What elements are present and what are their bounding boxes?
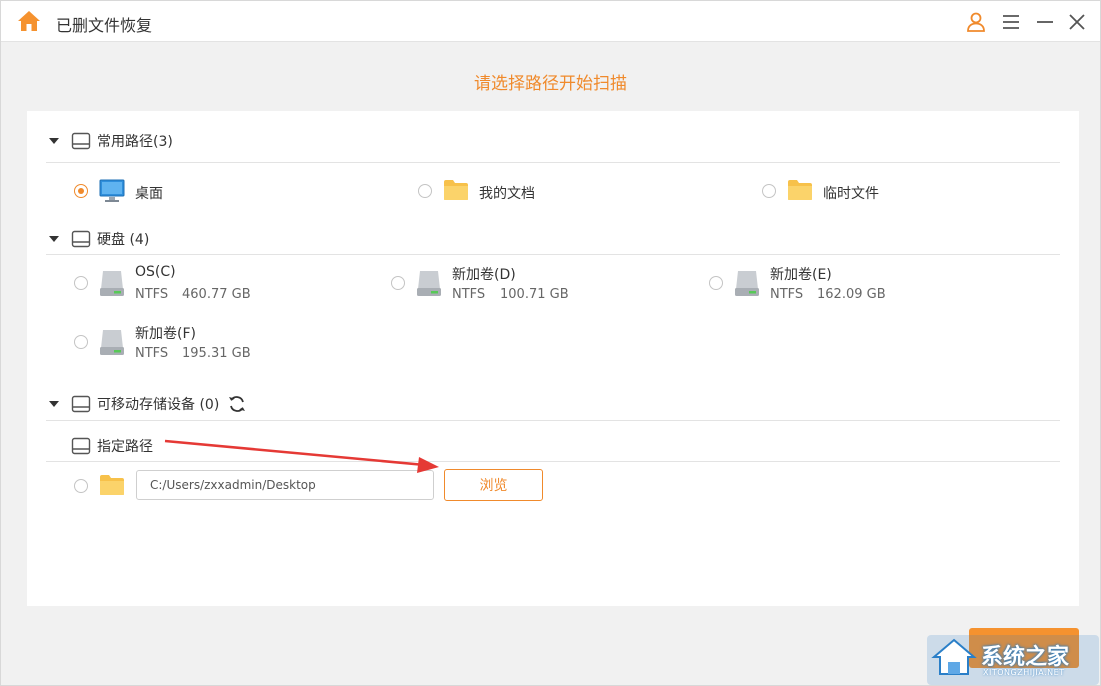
radio-my-documents[interactable] <box>418 184 432 198</box>
disk-name: 新加卷(D) <box>452 264 516 284</box>
hard-drive-icon <box>99 269 125 297</box>
section-label: 硬盘 (4) <box>97 229 149 249</box>
watermark-text: 系统之家 <box>981 639 1069 671</box>
divider <box>46 461 1060 462</box>
app-title: 已删文件恢复 <box>56 12 152 36</box>
item-label-temp-files[interactable]: 临时文件 <box>823 183 879 203</box>
disk-name: 新加卷(F) <box>135 323 196 343</box>
close-icon[interactable] <box>1065 10 1089 34</box>
radio-custom-path[interactable] <box>74 479 88 493</box>
section-label: 指定路径 <box>97 436 153 456</box>
browse-button[interactable]: 浏览 <box>444 469 543 501</box>
drive-outline-icon <box>71 230 91 248</box>
collapse-caret-icon[interactable] <box>49 138 59 144</box>
folder-icon <box>787 179 813 201</box>
radio-temp-files[interactable] <box>762 184 776 198</box>
app-window: 已删文件恢复 请选择路径开始扫描 常用路径(3) <box>0 0 1101 686</box>
minimize-icon[interactable] <box>1033 10 1057 34</box>
page-headline: 请选择路径开始扫描 <box>1 69 1100 94</box>
hard-drive-icon <box>416 269 442 297</box>
disk-filesystem: NTFS <box>135 346 168 361</box>
section-disks[interactable]: 硬盘 (4) <box>49 227 149 251</box>
refresh-icon[interactable] <box>227 394 247 414</box>
divider <box>46 254 1060 255</box>
drive-outline-icon <box>71 437 91 455</box>
item-label-desktop[interactable]: 桌面 <box>135 183 163 203</box>
path-selection-panel: 常用路径(3) 桌面 我的文档 临时文件 <box>27 111 1079 606</box>
watermark-subtext: XITONGZHIJIA.NET <box>983 668 1065 677</box>
desktop-icon <box>99 179 125 203</box>
section-label: 可移动存储设备 (0) <box>97 394 219 414</box>
hard-drive-icon <box>99 328 125 356</box>
folder-icon <box>99 474 125 496</box>
divider <box>46 162 1060 163</box>
title-bar: 已删文件恢复 <box>1 1 1100 42</box>
section-custom-path: 指定路径 <box>71 434 153 458</box>
disk-filesystem: NTFS <box>135 287 168 302</box>
section-common-paths[interactable]: 常用路径(3) <box>49 129 173 153</box>
disk-size: 100.71 GB <box>500 287 569 302</box>
home-icon[interactable] <box>17 10 41 32</box>
section-label: 常用路径(3) <box>97 131 173 151</box>
disk-size: 195.31 GB <box>182 346 251 361</box>
path-input[interactable] <box>136 470 434 500</box>
disk-filesystem: NTFS <box>770 287 803 302</box>
radio-desktop[interactable] <box>74 184 88 198</box>
radio-disk-f[interactable] <box>74 335 88 349</box>
menu-icon[interactable] <box>999 10 1023 34</box>
house-logo-icon <box>931 637 977 677</box>
disk-filesystem: NTFS <box>452 287 485 302</box>
section-removable[interactable]: 可移动存储设备 (0) <box>49 392 247 416</box>
user-icon[interactable] <box>964 10 988 34</box>
disk-name: 新加卷(E) <box>770 264 832 284</box>
radio-disk-d[interactable] <box>391 276 405 290</box>
disk-name: OS(C) <box>135 264 176 280</box>
disk-size: 162.09 GB <box>817 287 886 302</box>
divider <box>46 420 1060 421</box>
collapse-caret-icon[interactable] <box>49 401 59 407</box>
radio-disk-c[interactable] <box>74 276 88 290</box>
drive-outline-icon <box>71 132 91 150</box>
folder-icon <box>443 179 469 201</box>
drive-outline-icon <box>71 395 91 413</box>
radio-disk-e[interactable] <box>709 276 723 290</box>
collapse-caret-icon[interactable] <box>49 236 59 242</box>
hard-drive-icon <box>734 269 760 297</box>
disk-size: 460.77 GB <box>182 287 251 302</box>
item-label-my-documents[interactable]: 我的文档 <box>479 183 535 203</box>
